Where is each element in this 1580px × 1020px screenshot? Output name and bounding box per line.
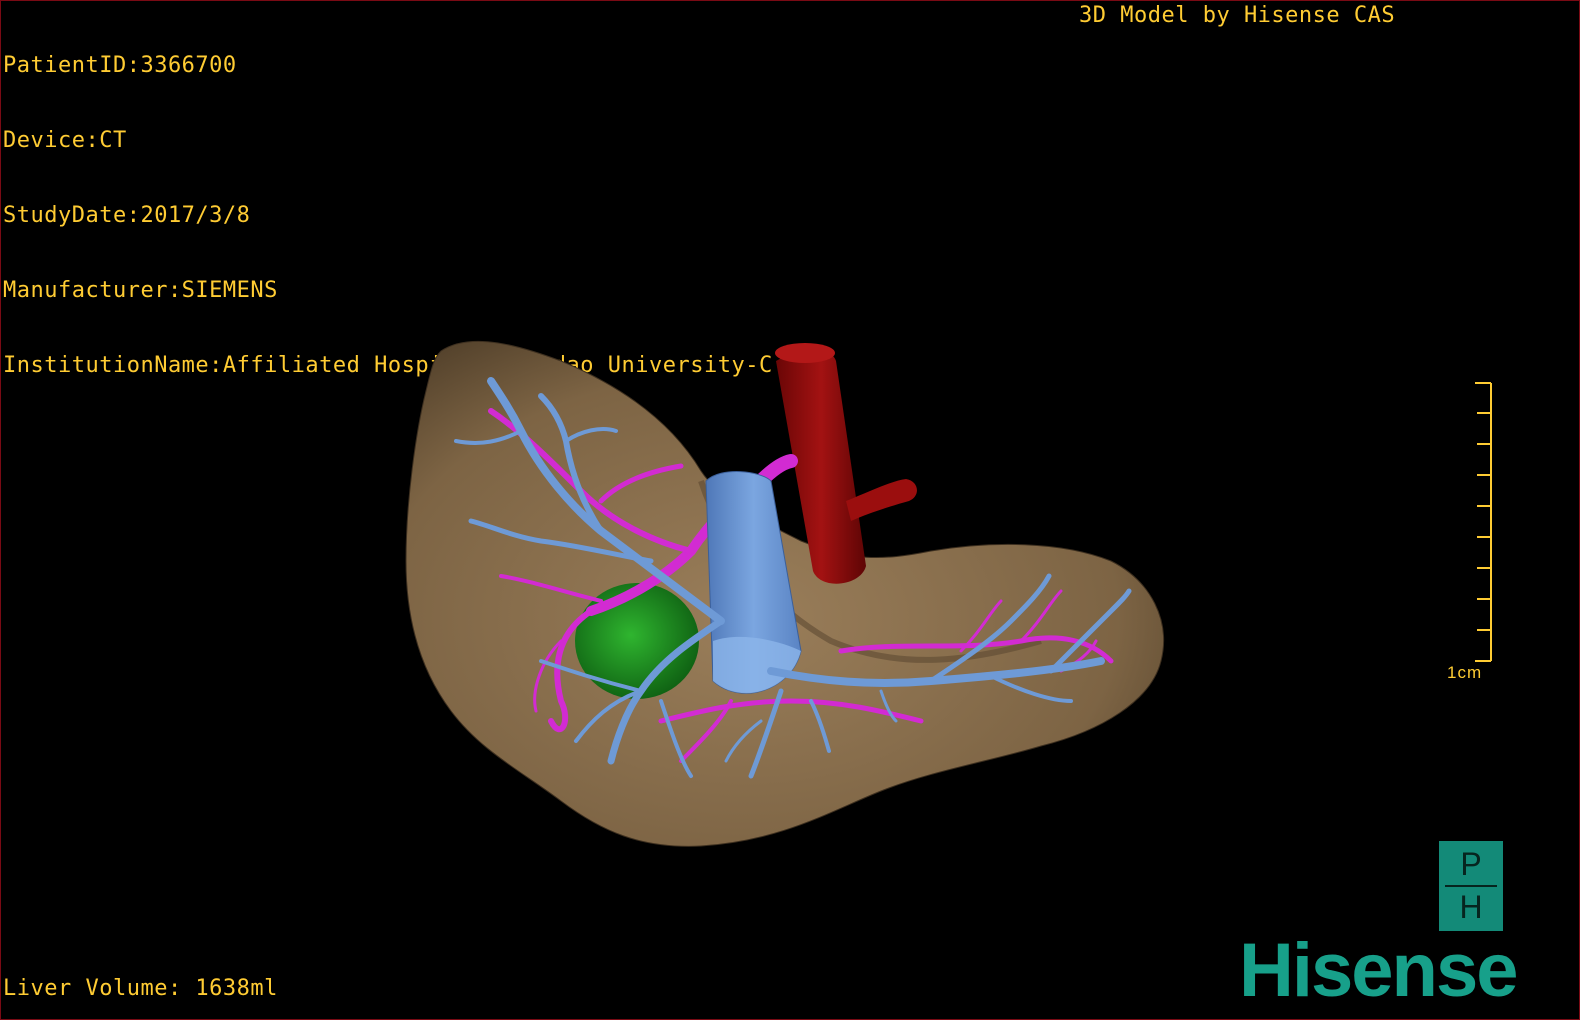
ph-badge: P H (1439, 841, 1503, 931)
ph-badge-top-letter: P (1460, 846, 1482, 882)
hisense-logo: Hisense (1239, 928, 1518, 1013)
liver-3d-model[interactable] (1, 1, 1580, 1020)
liver-volume-label: Liver Volume: 1638ml (3, 976, 278, 1001)
scale-bar-label: 1cm (1447, 663, 1483, 682)
viewer-3d-viewport[interactable]: PatientID:3366700 Device:CT StudyDate:20… (0, 0, 1580, 1020)
ph-badge-bottom-letter: H (1459, 889, 1483, 925)
scale-bar (1475, 382, 1492, 662)
vena-cava (705, 471, 802, 694)
